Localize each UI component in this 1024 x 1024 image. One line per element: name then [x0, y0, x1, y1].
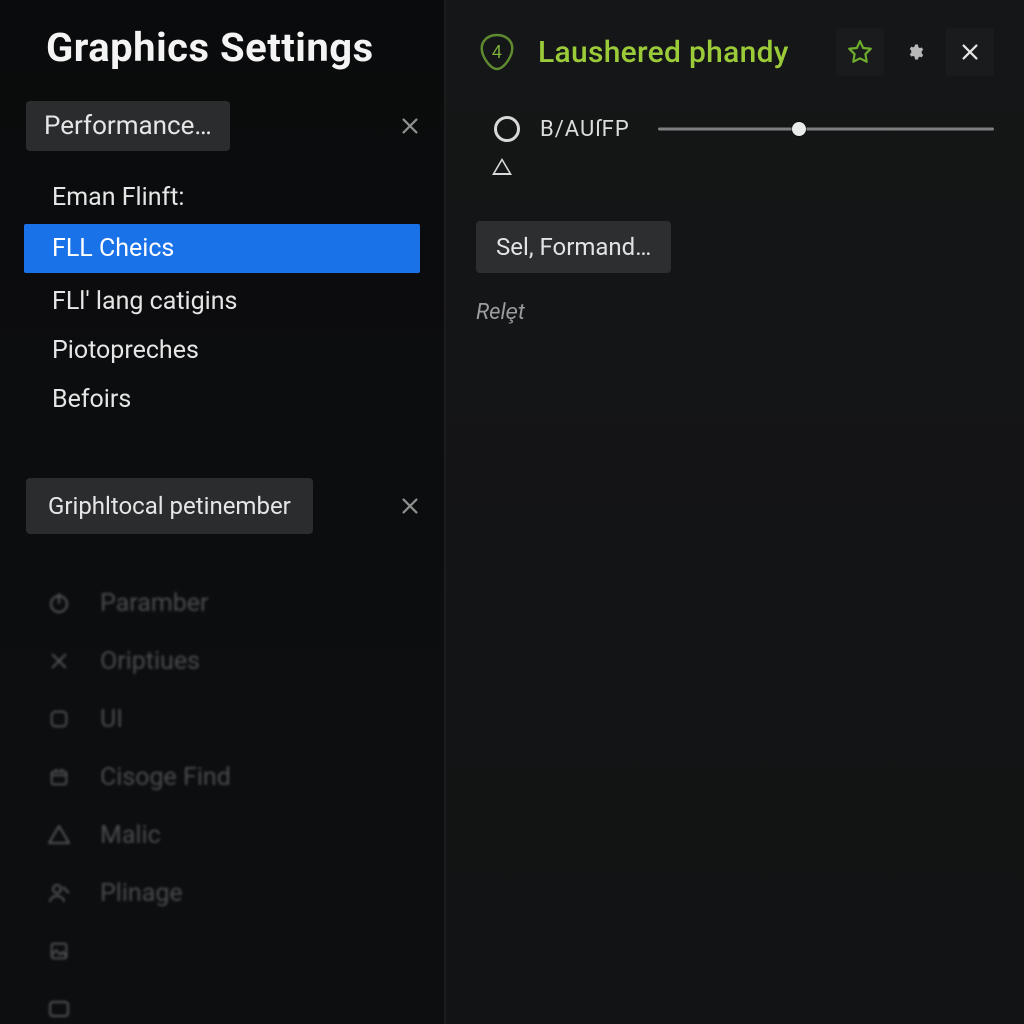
gear-icon [906, 43, 924, 61]
image-icon [44, 936, 74, 966]
section-chip-griphltocal[interactable]: Griphltocal petinember [26, 478, 313, 534]
dropdown-label: Sel, Formand… [496, 233, 651, 261]
count-badge: 4 [476, 31, 518, 73]
slider-track [658, 128, 994, 131]
warning-icon [44, 820, 74, 850]
main-panel: 4 Laushered phandy B/AUſF [446, 0, 1024, 1024]
faded-item-oriptiues[interactable]: Oriptiues [44, 632, 444, 690]
faded-item-label: Oriptiues [100, 647, 200, 676]
format-dropdown[interactable]: Sel, Formand… [476, 221, 671, 273]
settings-icon-button[interactable] [904, 41, 926, 63]
faded-item-label: Malic [100, 821, 161, 850]
faded-item-paramber[interactable]: Paramber [44, 574, 444, 632]
helper-text: Relȩt [476, 299, 994, 325]
radio-indicator[interactable] [494, 116, 520, 142]
section-chip-performance[interactable]: Performance… [26, 101, 230, 151]
faded-item-rect[interactable] [44, 980, 444, 1024]
section-close-performance[interactable] [394, 110, 426, 142]
star-icon [847, 39, 873, 65]
sidebar: Graphics Settings Performance… Eman Flin… [0, 0, 446, 1024]
close-icon [44, 646, 74, 676]
faded-item-image[interactable] [44, 922, 444, 980]
faded-item-label: Cisoge Find [100, 763, 231, 792]
faded-item-label: UI [100, 705, 123, 734]
faded-list: Paramber Oriptiues UI Cisoge Find [0, 574, 444, 1024]
slider[interactable] [658, 119, 994, 139]
rect-icon [44, 994, 74, 1024]
square-icon [44, 704, 74, 734]
section-header-performance: Performance… [26, 101, 426, 151]
panel-header: 4 Laushered phandy [476, 28, 994, 76]
faded-item-label: Paramber [100, 589, 209, 618]
faded-item-label: Plinage [100, 879, 183, 908]
close-panel-button[interactable] [946, 28, 994, 76]
count-badge-value: 4 [492, 42, 502, 62]
faded-item-plinage[interactable]: Plinage [44, 864, 444, 922]
close-icon [399, 115, 421, 137]
calendar-icon [44, 762, 74, 792]
nav-item-befoirs[interactable]: Befoirs [0, 375, 444, 424]
power-icon [44, 588, 74, 618]
faded-item-malic[interactable]: Malic [44, 806, 444, 864]
increment-indicator[interactable] [492, 158, 994, 177]
nav-item-fll-cheics[interactable]: FLL Cheics [24, 224, 420, 273]
faded-item-ui[interactable]: UI [44, 690, 444, 748]
faded-item-cisoge-find[interactable]: Cisoge Find [44, 748, 444, 806]
slider-label: B/AUſFP [540, 117, 630, 142]
nav-item-fll-lang-catigins[interactable]: FLl' lang catigins [0, 277, 444, 326]
slider-thumb[interactable] [792, 122, 806, 136]
section-close-griphltocal[interactable] [394, 490, 426, 522]
close-icon [959, 41, 981, 63]
triangle-up-icon [492, 158, 512, 194]
nav-heading: Eman Flinft: [0, 175, 444, 220]
page-title: Graphics Settings [0, 18, 444, 101]
nav-item-piotopreches[interactable]: Piotopreches [0, 326, 444, 375]
section-header-griphltocal: Griphltocal petinember [26, 478, 426, 534]
slider-row: B/AUſFP [476, 116, 994, 142]
favorite-button[interactable] [836, 28, 884, 76]
user-icon [44, 878, 74, 908]
nav-list-performance: Eman Flinft: FLL Cheics FLl' lang catigi… [0, 167, 444, 436]
panel-title: Laushered phandy [538, 35, 816, 70]
close-icon [399, 495, 421, 517]
